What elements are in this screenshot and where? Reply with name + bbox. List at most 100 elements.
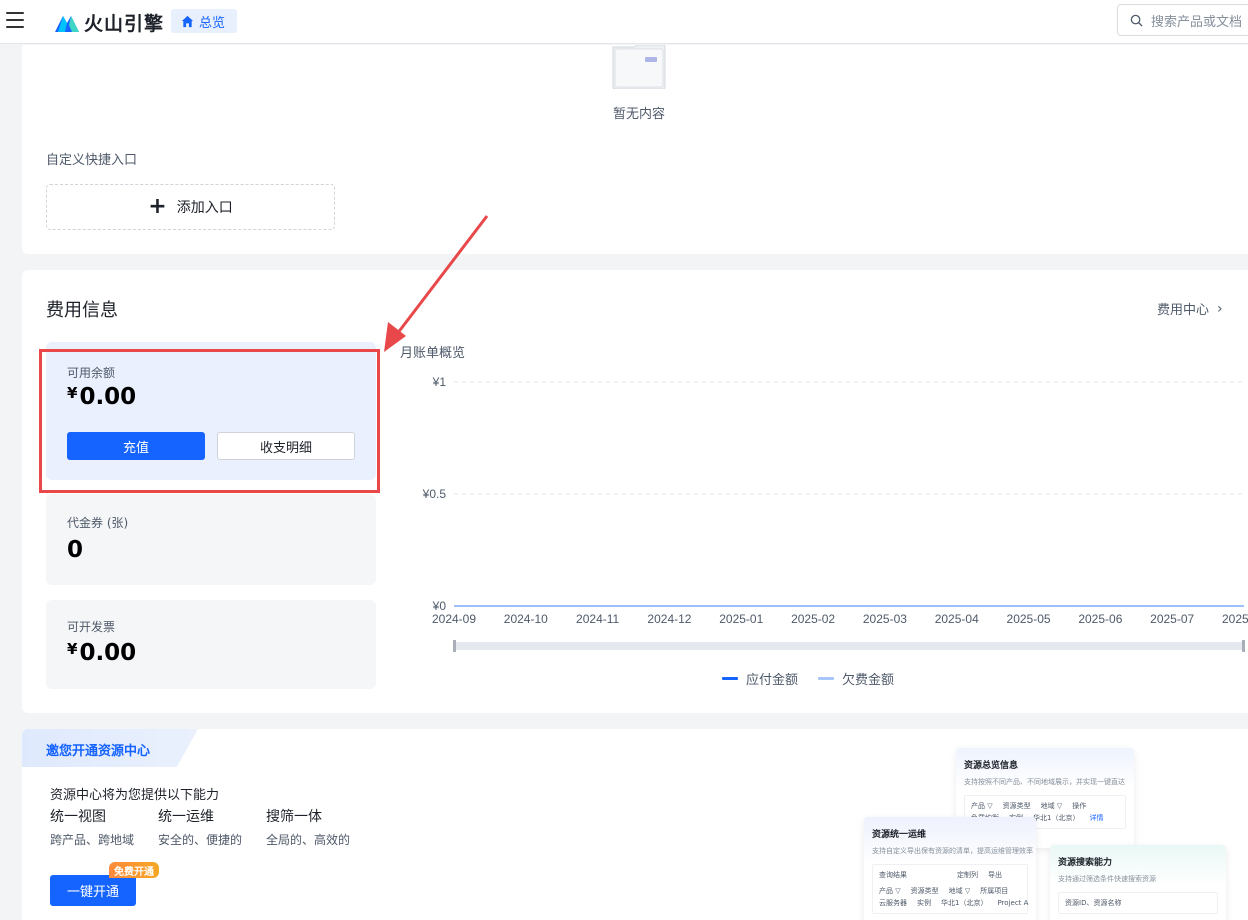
fee-center-link[interactable]: 费用中心 ›	[1157, 299, 1223, 319]
x-tick-label: 2024-10	[504, 612, 548, 626]
x-tick-label: 2025-02	[791, 612, 835, 626]
x-tick-label: 2024-09	[432, 612, 476, 626]
preview-resource-search: 资源搜索能力 支持通过筛选条件快速搜索资源 资源ID、资源名称	[1050, 845, 1226, 920]
feature-subtitle: 安全的、便捷的	[158, 833, 243, 847]
transaction-detail-button[interactable]: 收支明细	[217, 432, 355, 460]
feature-title: 搜筛一体	[266, 809, 322, 825]
balance-label: 可用余额	[67, 366, 116, 380]
chevron-right-icon: ›	[1217, 300, 1223, 317]
legend-label: 应付金额	[746, 673, 799, 688]
feature-subtitle: 跨产品、跨地域	[50, 833, 135, 847]
add-shortcut-button[interactable]: + 添加入口	[46, 184, 335, 230]
balance-amount: 0.00	[79, 384, 137, 410]
preview-search-box: 资源ID、资源名称	[1058, 892, 1218, 914]
preview-cell: 实例	[917, 899, 931, 907]
preview-cell: 资源ID、资源名称	[1065, 899, 1122, 907]
preview-search-row: 资源ID、资源名称	[1065, 897, 1211, 909]
preview-cell: 华北1（北京）	[1033, 814, 1080, 822]
zoom-slider-handle-right	[1242, 640, 1245, 652]
preview-cell: 导出	[988, 871, 1002, 879]
x-tick-label: 2025-08	[1222, 612, 1248, 626]
shortcuts-card: 暂无内容 自定义快捷入口 + 添加入口	[22, 45, 1248, 254]
tab-overview[interactable]: 总览	[171, 9, 238, 33]
brand-logo[interactable]: 火山引擎	[54, 9, 164, 35]
resource-description: 资源中心将为您提供以下能力	[50, 788, 220, 803]
legend-label: 欠费金额	[842, 673, 895, 688]
preview-title: 资源统一运维	[872, 830, 927, 840]
balance-value: ¥0.00	[67, 384, 136, 410]
x-tick-label: 2025-01	[719, 612, 763, 626]
zoom-slider-handle-left	[453, 640, 456, 652]
preview-cell: 产品 ▽	[879, 887, 901, 895]
preview-table-header: 产品 ▽ 资源类型 地域 ▽ 所属项目	[879, 885, 1021, 897]
x-tick-label: 2025-04	[935, 612, 979, 626]
search-icon	[1130, 14, 1143, 27]
preview-cell: 查询结果	[879, 871, 907, 879]
preview-cell: 定制列	[957, 871, 978, 879]
y-tick-label: ¥1	[432, 375, 447, 389]
hamburger-menu-icon[interactable]	[6, 12, 24, 28]
fee-info-card: 费用信息 费用中心 › 可用余额 ¥0.00 充值 收支明细 代金券 (张) 0…	[22, 270, 1248, 713]
preview-table-row: 云服务器 实例 华北1（北京） Project A	[879, 897, 1028, 909]
invoice-amount: 0.00	[79, 640, 137, 666]
feature-unified-view: 统一视图 跨产品、跨地域	[50, 806, 134, 848]
x-tick-label: 2025-06	[1078, 612, 1122, 626]
preview-table: 查询结果 定制列 导出 产品 ▽ 资源类型 地域 ▽ 所属项目 云服务器 实例 …	[872, 864, 1028, 914]
volcano-logo-icon	[55, 16, 79, 32]
invoice-box[interactable]: 可开发票 ¥0.00	[46, 600, 376, 689]
preview-cell: 地域 ▽	[1040, 802, 1063, 810]
recharge-button[interactable]: 充值	[67, 432, 205, 460]
preview-cell: 资源类型	[1002, 802, 1031, 810]
free-activation-badge: 免费开通	[109, 862, 159, 878]
plus-icon: +	[148, 194, 167, 219]
preview-subtitle: 支持通过筛选条件快速搜索资源	[1058, 875, 1156, 883]
legend-item[interactable]: 应付金额	[722, 669, 798, 688]
feature-title: 统一运维	[158, 809, 214, 825]
chart-legend: 应付金额 欠费金额	[722, 669, 914, 688]
balance-box: 可用余额 ¥0.00 充值 收支明细	[46, 342, 376, 480]
legend-swatch	[722, 677, 738, 680]
zoom-slider-track	[454, 642, 1244, 650]
feature-title: 统一视图	[50, 809, 106, 825]
add-shortcut-label: 添加入口	[176, 200, 233, 216]
preview-subtitle: 支持按照不同产品、不同地域展示，并实现一键直达	[964, 778, 1125, 786]
x-tick-label: 2025-05	[1007, 612, 1051, 626]
fee-center-label: 费用中心	[1157, 303, 1210, 318]
invoice-label: 可开发票	[67, 620, 116, 634]
feature-search-filter: 搜筛一体 全局的、高效的	[266, 806, 350, 848]
preview-cell: 所属项目	[980, 887, 1009, 895]
search-input[interactable]: 搜索产品或文档	[1117, 4, 1248, 36]
invoice-currency: ¥	[67, 640, 78, 658]
brand-name: 火山引擎	[84, 12, 165, 35]
preview-cell: 华北1（北京）	[941, 899, 988, 907]
x-tick-label: 2025-03	[863, 612, 907, 626]
preview-table-header: 产品 ▽ 资源类型 地域 ▽ 操作	[971, 800, 1119, 812]
feature-unified-ops: 统一运维 安全的、便捷的	[158, 806, 242, 848]
preview-cell: 详情	[1089, 814, 1104, 822]
chart-canvas: ¥1 ¥0.5 ¥02024-09 2024-10 2024-11 2024-12 2025…	[422, 375, 1248, 652]
feature-subtitle: 全局的、高效的	[266, 833, 351, 847]
monthly-bill-chart: ¥1 ¥0.5 ¥0 2024-09 2024-10 2024-11 2024-12 2025…	[392, 370, 1248, 690]
preview-resource-ops: 资源统一运维 支持自定义导出保有资源的清单，提高运维管理效率 查询结果 定制列 …	[864, 817, 1036, 920]
preview-title: 资源搜索能力	[1058, 858, 1113, 868]
invoice-value: ¥0.00	[67, 640, 136, 666]
fee-info-title: 费用信息	[46, 300, 118, 321]
tab-overview-label: 总览	[199, 15, 226, 31]
shortcuts-title: 自定义快捷入口	[46, 153, 138, 168]
preview-cell: 产品 ▽	[971, 802, 993, 810]
legend-item[interactable]: 欠费金额	[818, 669, 894, 688]
one-click-activate-button[interactable]: 一键开通	[50, 875, 136, 906]
preview-subtitle: 支持自定义导出保有资源的清单，提高运维管理效率	[872, 847, 1033, 855]
y-tick-label: ¥0	[432, 599, 447, 613]
preview-cell: 操作	[1072, 802, 1087, 810]
empty-folder-icon	[612, 45, 666, 89]
balance-currency: ¥	[67, 384, 78, 402]
x-tick-label: 2024-11	[576, 612, 619, 626]
x-tick-label: 2024-12	[647, 612, 691, 626]
coupon-box[interactable]: 代金券 (张) 0	[46, 494, 376, 585]
invite-title: 邀您开通资源中心	[46, 744, 151, 759]
preview-cell: Project A	[997, 899, 1029, 907]
preview-cell: 地域 ▽	[948, 887, 971, 895]
search-placeholder: 搜索产品或文档	[1151, 14, 1243, 30]
home-icon	[181, 15, 194, 27]
